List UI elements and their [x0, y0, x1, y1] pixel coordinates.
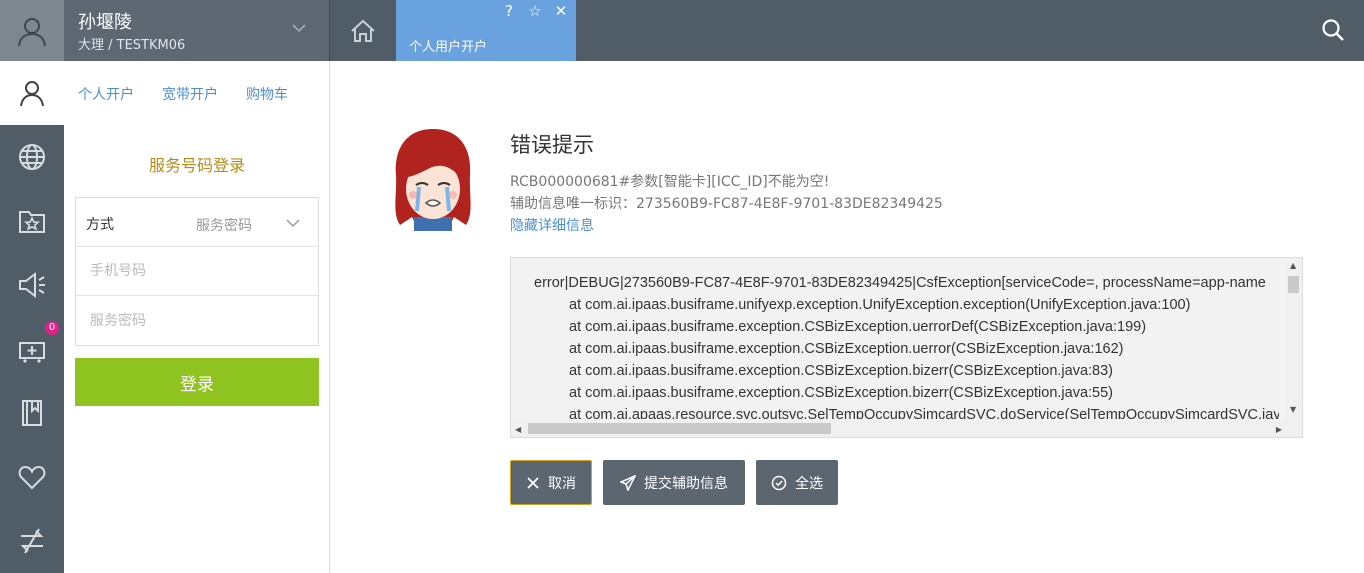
chevron-down-icon[interactable]: [291, 20, 307, 36]
phone-row: [76, 247, 318, 296]
main-content: 错误提示 RCB000000681#参数[智能卡][ICC_ID]不能为空! 辅…: [330, 61, 1364, 573]
error-aux-id: 辅助信息唯一标识：273560B9-FC87-4E8F-9701-83DE823…: [510, 196, 943, 212]
top-bar: 孙堰陵 大理 / TESTKM06 ? ☆ ✕ 个人用户开户: [0, 0, 1364, 61]
horizontal-scrollbar[interactable]: ◀ ▶: [511, 421, 1302, 437]
home-button[interactable]: [330, 0, 396, 61]
tab-shopping-cart[interactable]: 购物车: [246, 84, 288, 104]
login-panel: 个人开户 宽带开户 购物车 服务号码登录 方式 服务密码 登录: [64, 61, 330, 573]
icon-rail: 0: [0, 61, 64, 573]
scroll-down-arrow-icon[interactable]: ▼: [1290, 405, 1296, 414]
trace-line: at com.ai.ipaas.busiframe.unifyexp.excep…: [569, 297, 1191, 313]
folder-star-icon: [19, 211, 45, 233]
rail-item-favorite[interactable]: [0, 445, 64, 509]
user-info[interactable]: 孙堰陵 大理 / TESTKM06: [64, 0, 329, 61]
scroll-left-arrow-icon[interactable]: ◀: [515, 425, 521, 434]
error-message: RCB000000681#参数[智能卡][ICC_ID]不能为空!: [510, 174, 830, 190]
stack-trace-box[interactable]: error|DEBUG|273560B9-FC87-4E8F-9701-83DE…: [510, 257, 1303, 438]
hide-details-link[interactable]: 隐藏详细信息: [510, 215, 594, 235]
check-circle-icon: [771, 475, 787, 490]
trace-line: at com.ai.ipaas.busiframe.exception.CSBi…: [569, 319, 1147, 335]
trace-line: error|DEBUG|273560B9-FC87-4E8F-9701-83DE…: [534, 275, 1266, 291]
rail-item-book[interactable]: [0, 381, 64, 445]
vertical-scrollbar[interactable]: ▲ ▼: [1286, 258, 1302, 421]
tab-label: 个人用户开户: [409, 40, 488, 55]
horizontal-scroll-thumb[interactable]: [528, 423, 831, 434]
cancel-button[interactable]: 取消: [510, 460, 592, 505]
select-all-label: 全选: [795, 474, 823, 491]
cancel-label: 取消: [548, 474, 576, 491]
login-form: 方式 服务密码: [75, 197, 319, 346]
panel-tabs: 个人开户 宽带开户 购物车: [78, 84, 288, 104]
rail-item-user[interactable]: [0, 61, 64, 125]
crying-girl-icon: [395, 129, 471, 231]
select-all-button[interactable]: 全选: [756, 460, 838, 505]
error-title: 错误提示: [510, 133, 594, 157]
user-location: 大理 / TESTKM06: [78, 38, 186, 53]
rail-item-transfer[interactable]: [0, 509, 64, 573]
trace-line: at com.ai.ipaas.busiframe.exception.CSBi…: [569, 363, 1113, 379]
user-avatar[interactable]: [0, 0, 64, 61]
trace-line: at com.ai.ipaas.busiframe.exception.CSBi…: [569, 341, 1124, 357]
trace-line: at com.ai.ipaas.busiframe.exception.CSBi…: [569, 385, 1113, 401]
phone-number-input[interactable]: [76, 247, 318, 295]
help-icon[interactable]: ?: [500, 2, 518, 20]
cart-count-badge: 0: [45, 321, 59, 335]
submit-aux-info-button[interactable]: 提交辅助信息: [603, 460, 745, 505]
close-icon[interactable]: ✕: [552, 2, 570, 20]
login-title: 服务号码登录: [148, 156, 245, 175]
send-icon: [620, 474, 636, 491]
tab-broadband-open[interactable]: 宽带开户: [162, 84, 218, 104]
close-icon: [527, 476, 539, 489]
action-buttons: 取消 提交辅助信息 全选: [510, 460, 838, 505]
scroll-right-arrow-icon[interactable]: ▶: [1276, 425, 1282, 434]
method-value[interactable]: 服务密码: [196, 215, 252, 235]
rail-item-favorites[interactable]: [0, 189, 64, 253]
heart-icon: [18, 465, 46, 490]
method-label: 方式: [86, 217, 114, 233]
tab-controls: ? ☆ ✕: [500, 2, 570, 20]
user-icon: [20, 81, 44, 107]
rail-item-globe[interactable]: [0, 125, 64, 189]
rail-item-announcements[interactable]: [0, 253, 64, 317]
submit-label: 提交辅助信息: [644, 474, 728, 491]
book-icon: [22, 400, 42, 426]
stack-trace: error|DEBUG|273560B9-FC87-4E8F-9701-83DE…: [534, 272, 1279, 419]
trace-line: at com.ai.apaas.resource.svc.outsvc.SelT…: [569, 407, 1279, 419]
method-select[interactable]: 方式 服务密码: [76, 198, 318, 247]
vertical-scroll-thumb[interactable]: [1288, 276, 1299, 293]
cart-plus-icon: [19, 342, 45, 363]
globe-icon: [19, 144, 45, 170]
transfer-icon: [20, 528, 44, 554]
user-icon: [18, 17, 46, 46]
scroll-up-arrow-icon[interactable]: ▲: [1290, 261, 1296, 270]
password-row: [76, 296, 318, 345]
speaker-icon: [19, 271, 45, 299]
user-name: 孙堰陵: [78, 12, 132, 33]
service-password-input[interactable]: [76, 296, 318, 345]
search-icon[interactable]: [1320, 17, 1346, 43]
home-icon: [351, 19, 375, 42]
chevron-down-icon[interactable]: [286, 216, 300, 230]
star-icon[interactable]: ☆: [526, 2, 544, 20]
tab-personal-open[interactable]: 个人开户: [78, 84, 134, 104]
login-button[interactable]: 登录: [75, 358, 319, 406]
tab-personal-account[interactable]: ? ☆ ✕ 个人用户开户: [396, 0, 576, 61]
